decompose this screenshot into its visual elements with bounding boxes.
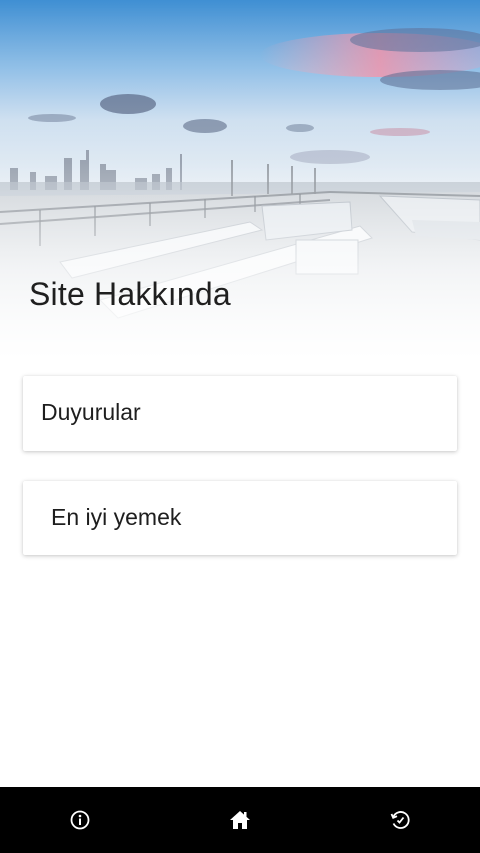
menu-card-announcements[interactable]: Duyurular xyxy=(23,376,457,451)
page-title: Site Hakkında xyxy=(29,276,231,312)
app-screen: Site Hakkında Duyurular En iyi yemek xyxy=(0,0,480,853)
bottom-navigation-bar xyxy=(0,787,480,853)
home-icon xyxy=(230,811,250,829)
nav-home-button[interactable] xyxy=(227,807,253,833)
nav-history-button[interactable] xyxy=(387,807,413,833)
history-icon xyxy=(390,811,410,829)
menu-card-best-food[interactable]: En iyi yemek xyxy=(23,481,457,555)
menu-card-label: Duyurular xyxy=(41,399,141,425)
info-icon xyxy=(70,810,90,830)
nav-info-button[interactable] xyxy=(67,807,93,833)
hero-banner: Site Hakkında xyxy=(0,0,480,360)
menu-card-label: En iyi yemek xyxy=(51,504,182,530)
